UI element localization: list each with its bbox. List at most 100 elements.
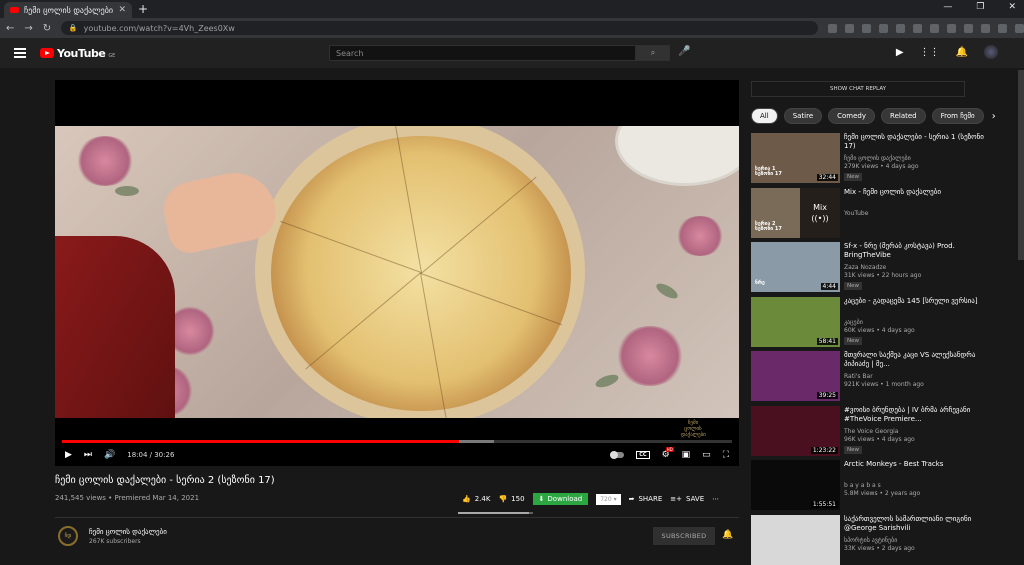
video-thumbnail[interactable]: ნრე 4:44	[751, 242, 840, 292]
recommended-video[interactable]: სერია 2 სეზონი 17 Mix ((•)) Mix - ჩემი ცოლი…	[751, 187, 991, 238]
theater-mode-icon[interactable]: ▭	[702, 450, 711, 460]
back-icon[interactable]: ←	[6, 23, 14, 34]
extension-icon[interactable]	[828, 23, 837, 33]
filter-chip[interactable]: From ჩემი	[931, 108, 984, 124]
recommended-channel[interactable]: სპორტის ავტინები	[844, 537, 897, 545]
dislike-button[interactable]: 👎 150	[498, 495, 524, 503]
next-icon[interactable]: ⏭	[84, 450, 92, 460]
progress-bar[interactable]	[62, 440, 732, 443]
extension-icon[interactable]	[913, 23, 922, 33]
notifications-bell-icon[interactable]: 🔔	[956, 47, 968, 58]
extension-icon[interactable]	[930, 23, 939, 33]
more-actions-icon[interactable]: ⋯	[712, 495, 719, 503]
extension-icon[interactable]	[896, 23, 905, 33]
recommended-channel[interactable]: Rati's Bar	[844, 373, 873, 381]
microphone-icon[interactable]: 🎤	[678, 46, 690, 57]
tablecloth-leaf	[654, 280, 680, 302]
channel-avatar[interactable]: ჩდ	[58, 526, 78, 546]
hamburger-menu-icon[interactable]	[14, 46, 26, 60]
filter-chip[interactable]: Related	[881, 108, 926, 124]
create-video-icon[interactable]: ▶	[896, 47, 904, 58]
share-button[interactable]: ➦ SHARE	[629, 495, 663, 503]
volume-icon[interactable]: 🔊	[104, 450, 115, 460]
filter-chip[interactable]: All	[751, 108, 778, 124]
search-button[interactable]: ⌕	[636, 45, 670, 61]
video-thumbnail[interactable]	[751, 514, 840, 565]
page-scrollbar[interactable]	[1018, 68, 1024, 555]
save-button[interactable]: ≡+ SAVE	[670, 495, 704, 503]
recommended-video[interactable]: 1:23:22 #ვოისი ბრუნდება | IV ბრმა არჩევან…	[751, 405, 991, 456]
settings-gear-icon[interactable]: ⚙	[662, 447, 674, 460]
menu-dots-icon[interactable]	[1015, 23, 1024, 33]
recommended-channel[interactable]: The Voice Georgia	[844, 428, 898, 436]
recommended-video[interactable]: 39:25 მთვრალი საქმეა კაცი VS ალექსანდრა პ…	[751, 351, 991, 401]
autoplay-toggle[interactable]	[610, 451, 625, 459]
recommended-title[interactable]: Sf-x - ნრე (მერაბ კოსტავა) Prod. BringTh…	[844, 242, 984, 260]
video-thumbnail[interactable]: 39:25	[751, 351, 840, 401]
recommended-meta: 921K views • 1 month ago	[844, 381, 924, 388]
media-icon[interactable]	[981, 23, 990, 33]
new-tab-icon[interactable]: +	[138, 2, 148, 16]
channel-bell-icon[interactable]: 🔔	[722, 530, 733, 540]
youtube-logo[interactable]: YouTube GE	[40, 47, 115, 60]
recommended-title[interactable]: Mix - ჩემი ცოლის დაქალები	[844, 188, 984, 197]
apps-grid-icon[interactable]: ⋮⋮	[920, 47, 940, 58]
scrollbar-thumb[interactable]	[1018, 70, 1024, 260]
captions-icon[interactable]: CC	[636, 451, 650, 459]
close-window-icon[interactable]: ✕	[1008, 2, 1016, 12]
recommended-video[interactable]: საქართველოს სამართლიანი ლიგინი @George S…	[751, 514, 991, 565]
recommended-title[interactable]: კაცები - გადაცემა 145 [სრული ვერსია]	[844, 297, 984, 306]
recommended-title[interactable]: ჩემი ცოლის დაქალები - სერია 1 (სეზონი 17…	[844, 133, 984, 151]
show-chat-replay-button[interactable]: SHOW CHAT REPLAY	[751, 81, 965, 97]
puzzle-icon[interactable]	[964, 23, 973, 33]
miniplayer-icon[interactable]: ▣	[682, 450, 691, 460]
extension-icon[interactable]	[862, 23, 871, 33]
user-avatar[interactable]	[984, 45, 998, 59]
extension-icon[interactable]	[879, 23, 888, 33]
video-thumbnail[interactable]: 1:23:22	[751, 405, 840, 456]
filter-chip[interactable]: Satire	[783, 108, 823, 124]
forward-icon[interactable]: →	[24, 23, 32, 34]
chevron-right-icon[interactable]: ›	[992, 111, 996, 122]
recommended-channel[interactable]: ჩემი ცოლის დაქალები	[844, 155, 911, 163]
recommended-title[interactable]: Arctic Monkeys - Best Tracks	[844, 460, 984, 469]
video-frame[interactable]	[55, 126, 739, 418]
video-thumbnail[interactable]: სერია 1 სეზონი 17 32:44	[751, 133, 840, 183]
play-icon[interactable]: ▶	[65, 450, 72, 460]
recommended-channel[interactable]: Zaza Nozadze	[844, 264, 886, 272]
like-ratio-bar	[458, 512, 533, 514]
search-input[interactable]: Search	[329, 45, 636, 61]
video-thumbnail[interactable]: 1:55:51	[751, 460, 840, 510]
fullscreen-icon[interactable]: ⛶	[723, 450, 729, 460]
address-bar[interactable]: 🔒 youtube.com/watch?v=4Vh_Zees0Xw	[60, 21, 818, 35]
recommended-channel[interactable]: YouTube	[844, 210, 868, 218]
recommended-video[interactable]: 58:41 კაცები - გადაცემა 145 [სრული ვერსია…	[751, 296, 991, 347]
recommended-video[interactable]: სერია 1 სეზონი 17 32:44 ჩემი ცოლის დაქალებ…	[751, 133, 991, 183]
recommended-channel[interactable]: b a y a b a s	[844, 482, 881, 490]
quality-select[interactable]: 720 ▾	[596, 493, 621, 505]
close-tab-icon[interactable]: ✕	[118, 5, 126, 15]
recommended-channel[interactable]: კაცები	[844, 319, 863, 327]
browser-tab[interactable]: ჩემი ცოლის დაქალები - ს ✕	[4, 2, 132, 18]
bookmark-star-icon[interactable]	[845, 23, 854, 33]
recommended-title[interactable]: საქართველოს სამართლიანი ლიგინი @George S…	[844, 515, 984, 533]
channel-name[interactable]: ჩემი ცოლის დაქალები	[89, 528, 167, 536]
download-button[interactable]: ⬇ Download	[532, 493, 589, 505]
recommended-title[interactable]: #ვოისი ბრუნდება | IV ბრმა არჩევანი #TheV…	[844, 406, 984, 424]
minimize-icon[interactable]: —	[943, 2, 952, 12]
recommended-video[interactable]: ნრე 4:44 Sf-x - ნრე (მერაბ კოსტავა) Prod. …	[751, 242, 991, 292]
subscribed-button[interactable]: SUBSCRIBED	[653, 527, 715, 545]
recommended-video[interactable]: 1:55:51 Arctic Monkeys - Best Tracks b a y…	[751, 460, 991, 510]
extension-icon[interactable]	[947, 23, 956, 33]
profile-icon[interactable]	[998, 23, 1007, 33]
channel-watermark[interactable]: ჩემი ცოლის დაქალები	[681, 420, 706, 438]
video-thumbnail[interactable]: 58:41	[751, 296, 840, 347]
lock-icon: 🔒	[68, 24, 78, 32]
reload-icon[interactable]: ↻	[43, 23, 51, 34]
like-button[interactable]: 👍 2.4K	[462, 495, 490, 503]
video-player[interactable]: ჩემი ცოლის დაქალები ▶ ⏭ 🔊 18:04 / 30:26 …	[55, 80, 739, 466]
recommended-title[interactable]: მთვრალი საქმეა კაცი VS ალექსანდრა პიპიაძ…	[844, 351, 984, 369]
filter-chip[interactable]: Comedy	[828, 108, 876, 124]
restore-icon[interactable]: ❐	[976, 2, 984, 12]
video-thumbnail[interactable]: სერია 2 სეზონი 17 Mix ((•))	[751, 187, 840, 238]
